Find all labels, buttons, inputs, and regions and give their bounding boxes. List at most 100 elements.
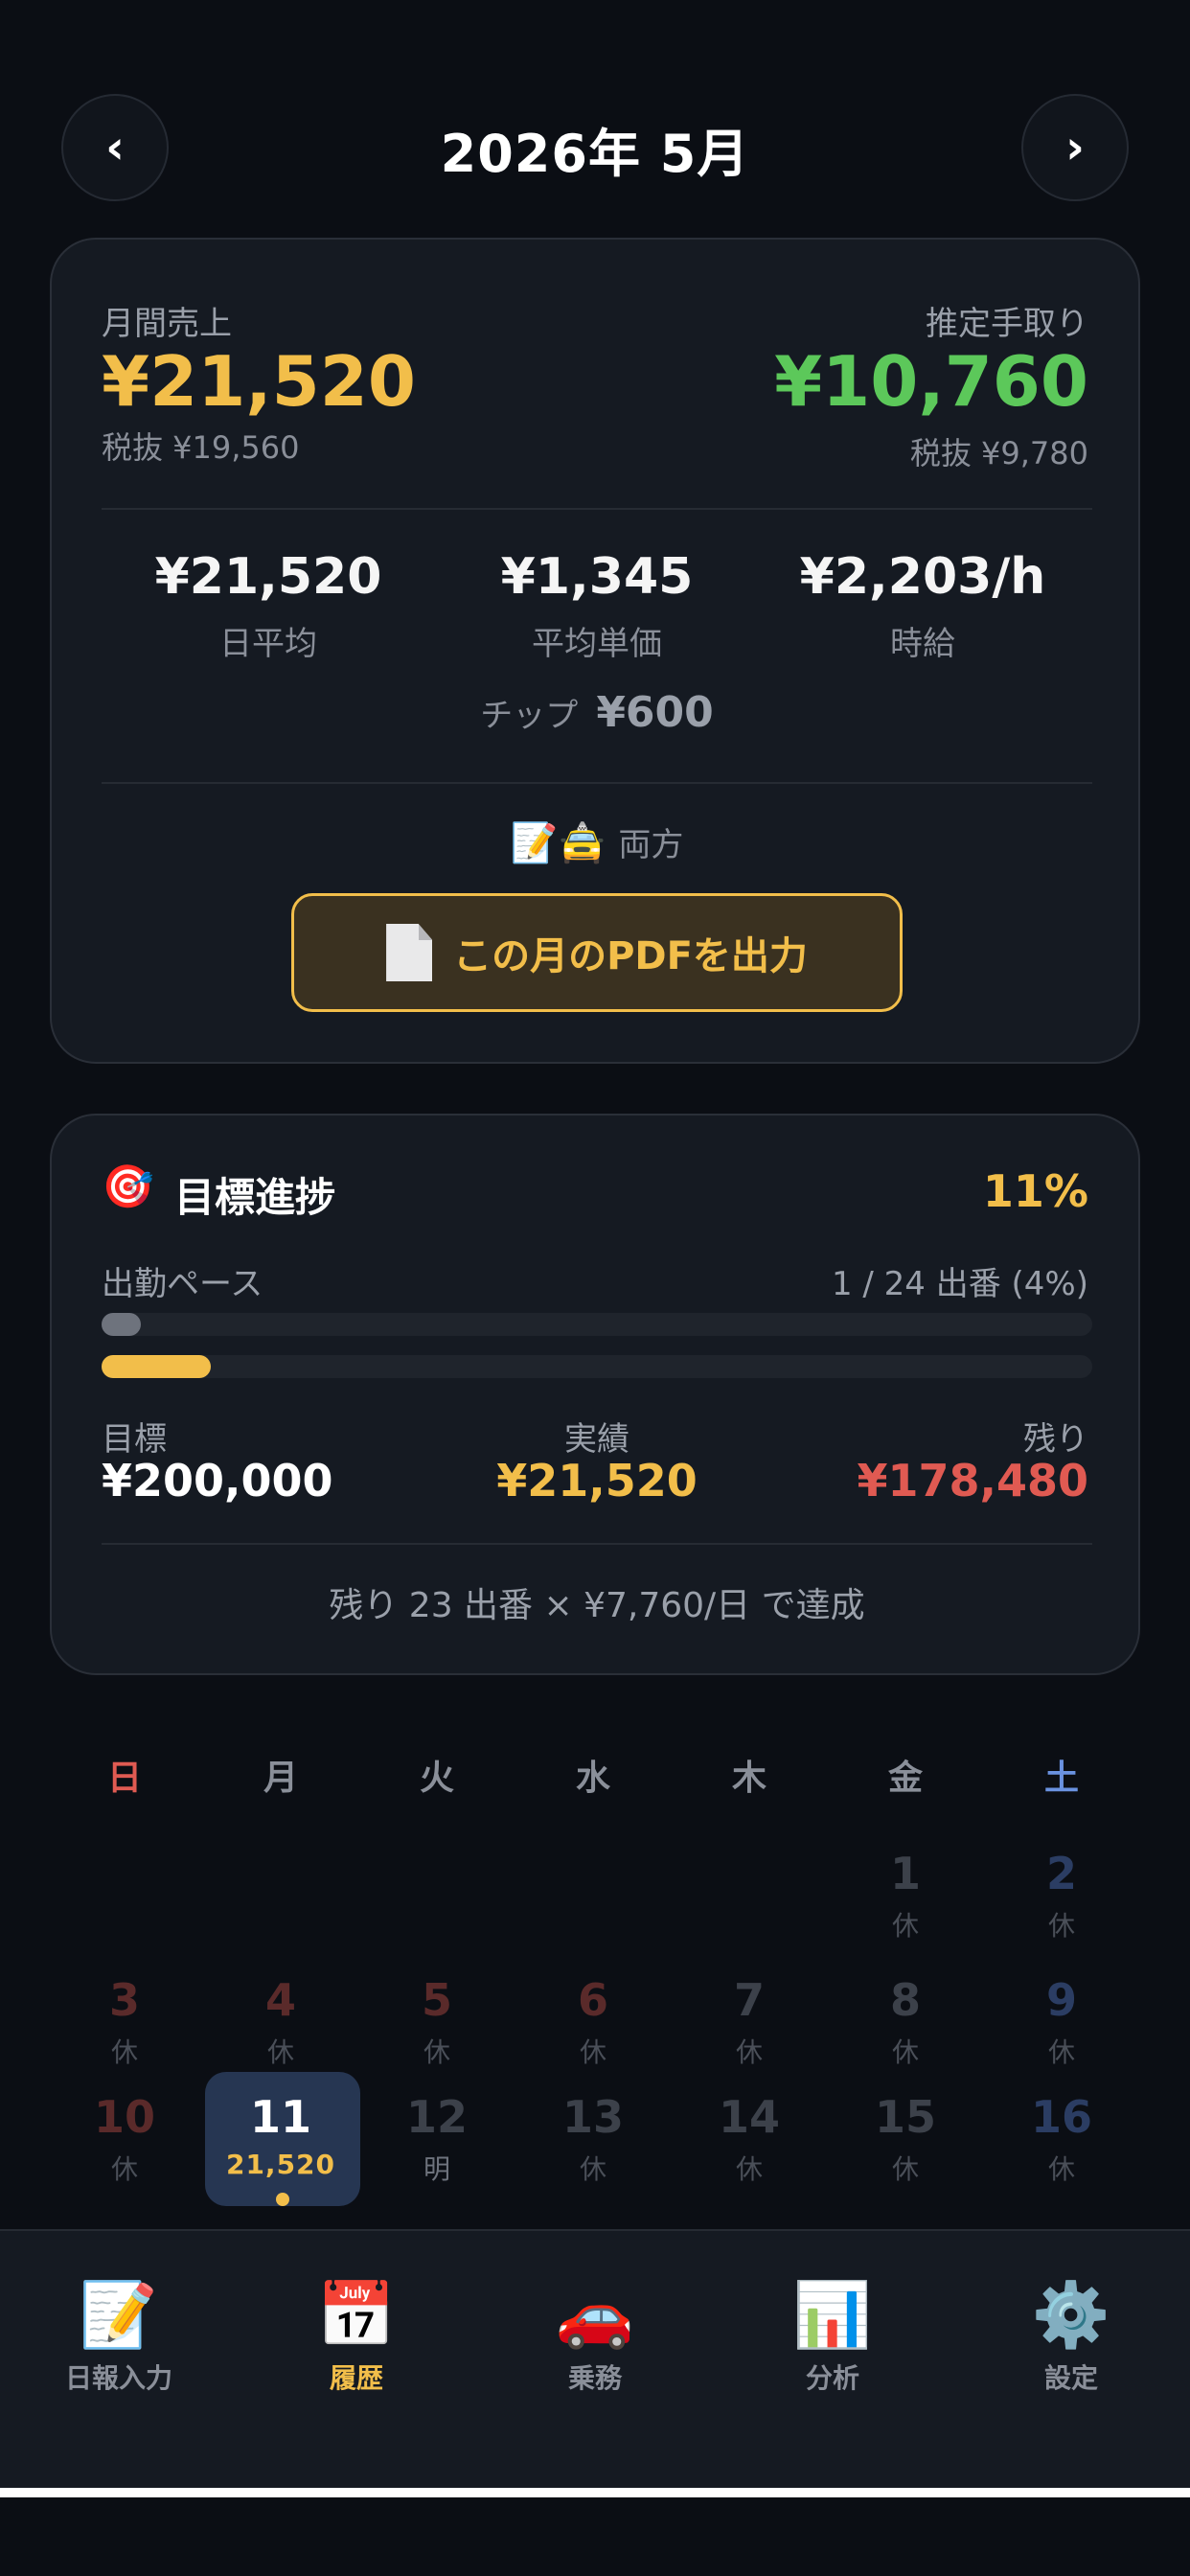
memo-icon: 📝 xyxy=(79,2278,159,2352)
document-icon xyxy=(386,924,433,981)
day-number: 8 xyxy=(889,1974,921,2026)
goal-title: 目標進捗 xyxy=(174,1174,336,1221)
tab-settings[interactable]: ⚙️ 設定 xyxy=(952,2277,1190,2396)
monthly-summary-card: 月間売上 ¥21,520 税抜 ¥19,560 推定手取り ¥10,760 税抜… xyxy=(50,238,1140,1064)
day-status: 休 xyxy=(891,2153,919,2185)
gear-icon: ⚙️ xyxy=(1031,2278,1111,2352)
calendar-icon: 📅 xyxy=(316,2278,397,2352)
screen-edge xyxy=(0,2488,1190,2497)
day-number: 14 xyxy=(718,2091,780,2143)
weekday-wed: 水 xyxy=(575,1759,610,1798)
mode-row: 📝🚖 両方 xyxy=(52,818,1142,865)
car-icon: 🚗 xyxy=(555,2278,635,2352)
weekday-sun: 日 xyxy=(106,1759,142,1798)
calendar-day[interactable]: 2 休 xyxy=(984,1848,1139,1944)
calendar-day[interactable]: 5 休 xyxy=(359,1974,515,2070)
next-month-button[interactable]: › xyxy=(1021,94,1129,201)
day-number: 1 xyxy=(889,1848,921,1899)
tab-label: 日報入力 xyxy=(64,2362,172,2394)
day-number: 7 xyxy=(733,1974,765,2026)
day-status: 休 xyxy=(891,1910,919,1942)
tab-label: 履歴 xyxy=(329,2362,383,2394)
net-value: ¥10,760 xyxy=(774,341,1088,422)
day-status: 休 xyxy=(735,2036,763,2068)
tab-daily-report[interactable]: 📝 日報入力 xyxy=(0,2277,238,2396)
export-pdf-button[interactable]: この月のPDFを出力 xyxy=(291,893,903,1012)
day-number: 4 xyxy=(264,1974,296,2026)
mode-label: 両方 xyxy=(618,826,684,864)
average-fare-label: 平均単価 xyxy=(532,625,662,663)
weekday-mon: 月 xyxy=(263,1759,298,1798)
calendar-day-today[interactable]: 11 21,520 xyxy=(203,2091,358,2180)
sales-progress-track xyxy=(102,1355,1092,1378)
day-sales: 21,520 xyxy=(225,2149,336,2180)
hourly-wage-value: ¥2,203/h xyxy=(799,548,1046,606)
calendar-day[interactable]: 7 休 xyxy=(672,1974,827,2070)
pace-progress-fill xyxy=(102,1313,142,1336)
day-number: 15 xyxy=(874,2091,936,2143)
day-number: 10 xyxy=(93,2091,155,2143)
calendar-day[interactable]: 1 休 xyxy=(828,1848,983,1944)
tab-label: 乗務 xyxy=(567,2362,622,2394)
day-status: 休 xyxy=(735,2153,763,2185)
calendar-day[interactable]: 10 休 xyxy=(47,2091,202,2187)
day-number: 16 xyxy=(1030,2091,1092,2143)
export-pdf-label: この月のPDFを出力 xyxy=(453,934,808,978)
day-number: 3 xyxy=(108,1974,140,2026)
calendar-day[interactable]: 4 休 xyxy=(203,1974,358,2070)
day-number: 9 xyxy=(1045,1974,1077,2026)
calendar-day[interactable]: 15 休 xyxy=(828,2091,983,2187)
calendar-day[interactable]: 6 休 xyxy=(515,1974,671,2070)
average-fare-value: ¥1,345 xyxy=(500,548,694,606)
weekday-tue: 火 xyxy=(419,1759,454,1798)
tab-label: 分析 xyxy=(805,2362,859,2394)
pace-value: 1 / 24 出番 (4%) xyxy=(831,1265,1088,1303)
goal-percent: 11% xyxy=(982,1165,1088,1217)
net-label: 推定手取り xyxy=(926,305,1088,343)
day-number: 13 xyxy=(561,2091,624,2143)
day-number: 6 xyxy=(577,1974,608,2026)
bottom-tab-bar: 📝 日報入力 📅 履歴 🚗 乗務 📊 分析 ⚙️ 設定 xyxy=(0,2229,1190,2497)
pace-progress-track xyxy=(102,1313,1092,1336)
divider xyxy=(102,508,1092,510)
tab-label: 設定 xyxy=(1043,2362,1098,2394)
memo-taxi-icon: 📝🚖 xyxy=(510,821,606,865)
hourly-wage-label: 時給 xyxy=(890,625,955,663)
day-number: 5 xyxy=(421,1974,452,2026)
day-number: 12 xyxy=(405,2091,468,2143)
tab-history[interactable]: 📅 履歴 xyxy=(238,2277,475,2396)
goal-footer: 残り 23 出番 × ¥7,760/日 で達成 xyxy=(329,1586,865,1625)
sales-progress-fill xyxy=(102,1355,211,1378)
pace-label: 出勤ペース xyxy=(102,1265,263,1303)
actual-label: 実績 xyxy=(564,1420,629,1459)
day-status: 明 xyxy=(423,2153,450,2185)
tip-value: ¥600 xyxy=(596,688,714,737)
divider xyxy=(102,1543,1092,1545)
net-tax-excl: 税抜 ¥9,780 xyxy=(909,435,1088,472)
sales-label: 月間売上 xyxy=(102,305,232,343)
day-status: 休 xyxy=(110,2153,138,2185)
bottom-margin xyxy=(0,2497,1190,2576)
calendar-day[interactable]: 12 明 xyxy=(359,2091,515,2187)
calendar-day[interactable]: 13 休 xyxy=(515,2091,671,2187)
sales-value: ¥21,520 xyxy=(102,341,416,422)
goal-progress-card: 🎯 目標進捗 11% 出勤ペース 1 / 24 出番 (4%) 目標 ¥200,… xyxy=(50,1114,1140,1675)
divider xyxy=(102,782,1092,784)
calendar-day[interactable]: 16 休 xyxy=(984,2091,1139,2187)
day-status: 休 xyxy=(110,2036,138,2068)
record-dot xyxy=(276,2193,289,2206)
calendar-day[interactable]: 3 休 xyxy=(47,1974,202,2070)
calendar-day[interactable]: 9 休 xyxy=(984,1974,1139,2070)
calendar-day[interactable]: 8 休 xyxy=(828,1974,983,2070)
target-icon: 🎯 xyxy=(102,1162,154,1211)
daily-average-label: 日平均 xyxy=(219,625,317,663)
weekday-sat: 土 xyxy=(1043,1759,1079,1798)
tab-shift[interactable]: 🚗 乗務 xyxy=(476,2277,714,2396)
day-status: 休 xyxy=(891,2036,919,2068)
remaining-label: 残り xyxy=(1023,1420,1088,1459)
day-status: 休 xyxy=(266,2036,294,2068)
remaining-value: ¥178,480 xyxy=(857,1455,1088,1506)
calendar-day[interactable]: 14 休 xyxy=(672,2091,827,2187)
day-status: 休 xyxy=(1047,2036,1075,2068)
tab-analysis[interactable]: 📊 分析 xyxy=(714,2277,951,2396)
